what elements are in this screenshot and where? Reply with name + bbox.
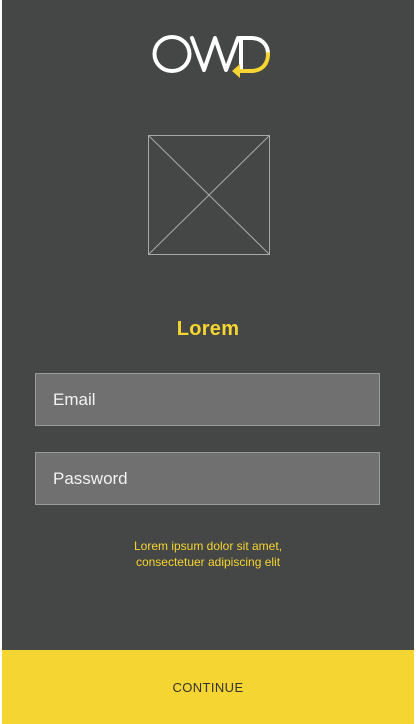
owd-logo [152, 35, 270, 78]
hint-line-1: Lorem ipsum dolor sit amet, [133, 539, 283, 553]
hint-text: Lorem ipsum dolor sit amet, consectetuer… [2, 538, 414, 570]
image-placeholder-icon [148, 135, 270, 255]
return-arrow-icon [232, 64, 240, 78]
continue-button[interactable]: CONTINUE [2, 650, 414, 724]
password-field[interactable] [35, 452, 380, 505]
hint-line-2: consectetuer adipiscing elit [135, 555, 281, 569]
login-screen: Lorem Lorem ipsum dolor sit amet, consec… [2, 0, 414, 724]
email-field[interactable] [35, 373, 380, 426]
page-title: Lorem [176, 318, 240, 340]
